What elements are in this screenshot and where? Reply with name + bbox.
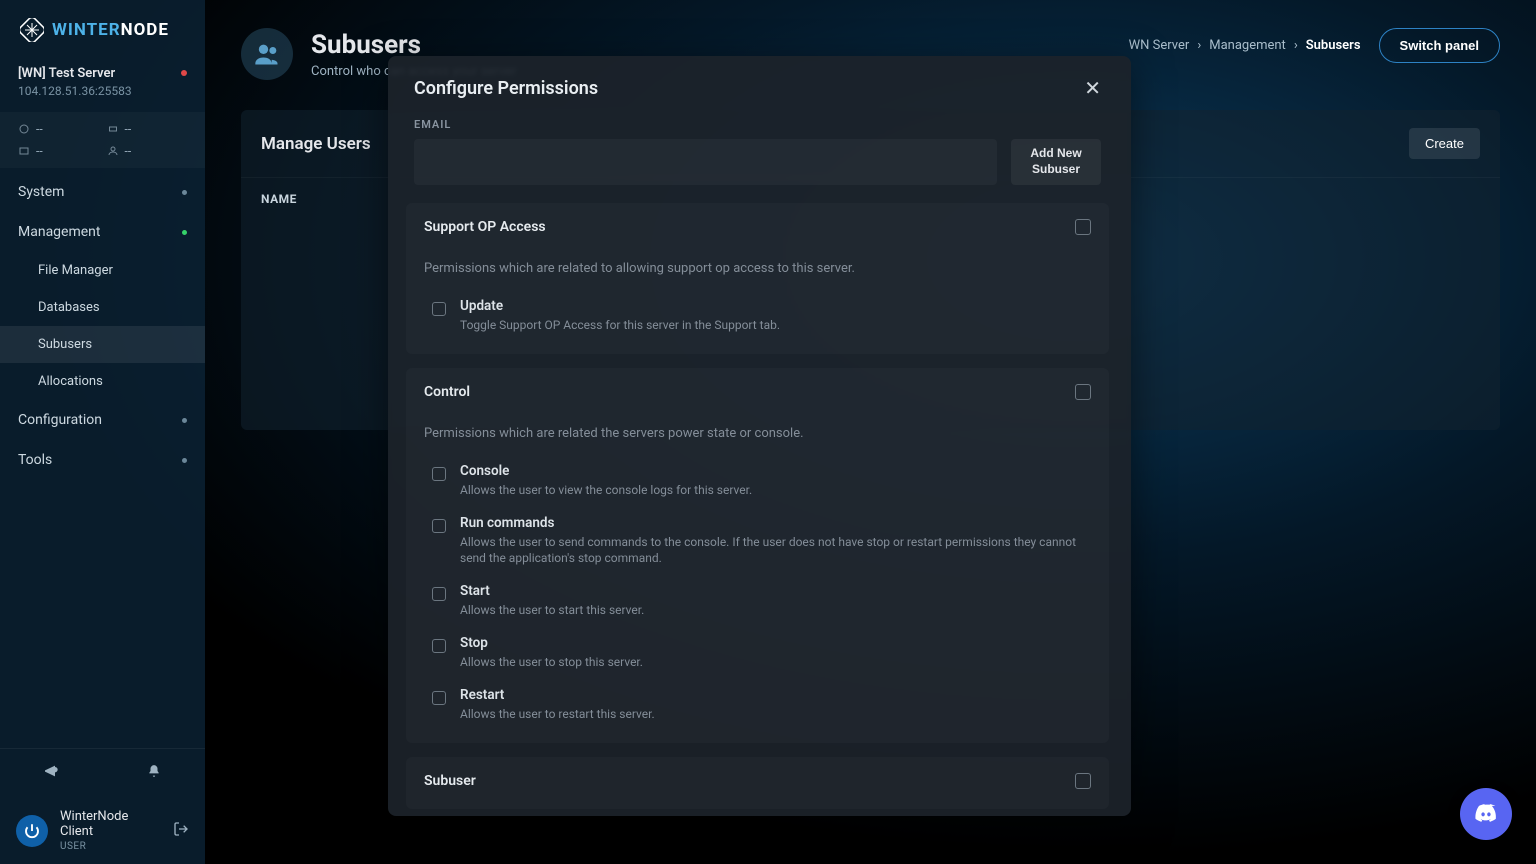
discord-button[interactable] [1460,788,1512,840]
select-all-checkbox[interactable] [1075,384,1091,400]
email-label: EMAIL [388,110,1127,139]
permission-desc: Allows the user to send commands to the … [460,534,1091,568]
permission-name: Stop [460,635,643,651]
permission-desc: Allows the user to view the console logs… [460,482,752,499]
permission-group: Subuser [406,757,1109,809]
permission-desc: Allows the user to restart this server. [460,706,655,723]
permission-item[interactable]: Start Allows the user to start this serve… [406,575,1109,627]
permission-group-desc: Permissions which are related the server… [406,408,1109,455]
select-all-checkbox[interactable] [1075,773,1091,789]
permission-checkbox[interactable] [432,519,446,533]
add-subuser-button[interactable]: Add New Subuser [1011,139,1101,185]
permission-checkbox[interactable] [432,587,446,601]
permission-desc: Allows the user to start this server. [460,602,644,619]
permission-checkbox[interactable] [432,639,446,653]
permission-checkbox[interactable] [432,467,446,481]
modal-scroll[interactable]: Configure Permissions ✕ EMAIL Add New Su… [388,56,1131,816]
permission-item[interactable]: Restart Allows the user to restart this s… [406,679,1109,731]
permission-name: Start [460,583,644,599]
discord-icon [1472,800,1500,828]
permission-item[interactable]: Run commands Allows the user to send comm… [406,507,1109,576]
permission-group-title: Subuser [424,773,476,789]
modal-title: Configure Permissions [414,78,598,99]
permission-group-desc: Permissions which are related to allowin… [406,243,1109,290]
close-icon[interactable]: ✕ [1084,76,1101,100]
permission-checkbox[interactable] [432,302,446,316]
permission-group-title: Support OP Access [424,219,546,235]
permission-name: Run commands [460,515,1091,531]
permission-group: Control Permissions which are related the… [406,368,1109,743]
permission-name: Restart [460,687,655,703]
permission-item[interactable]: Stop Allows the user to stop this server. [406,627,1109,679]
permission-checkbox[interactable] [432,691,446,705]
permission-name: Update [460,298,780,314]
permission-item[interactable]: Update Toggle Support OP Access for this … [406,290,1109,342]
select-all-checkbox[interactable] [1075,219,1091,235]
configure-permissions-modal: Configure Permissions ✕ EMAIL Add New Su… [388,56,1131,816]
permission-name: Console [460,463,752,479]
permission-desc: Allows the user to stop this server. [460,654,643,671]
permission-group-title: Control [424,384,470,400]
email-input[interactable] [414,139,997,185]
permission-group: Support OP Access Permissions which are r… [406,203,1109,354]
permission-desc: Toggle Support OP Access for this server… [460,317,780,334]
permission-item[interactable]: Console Allows the user to view the conso… [406,455,1109,507]
